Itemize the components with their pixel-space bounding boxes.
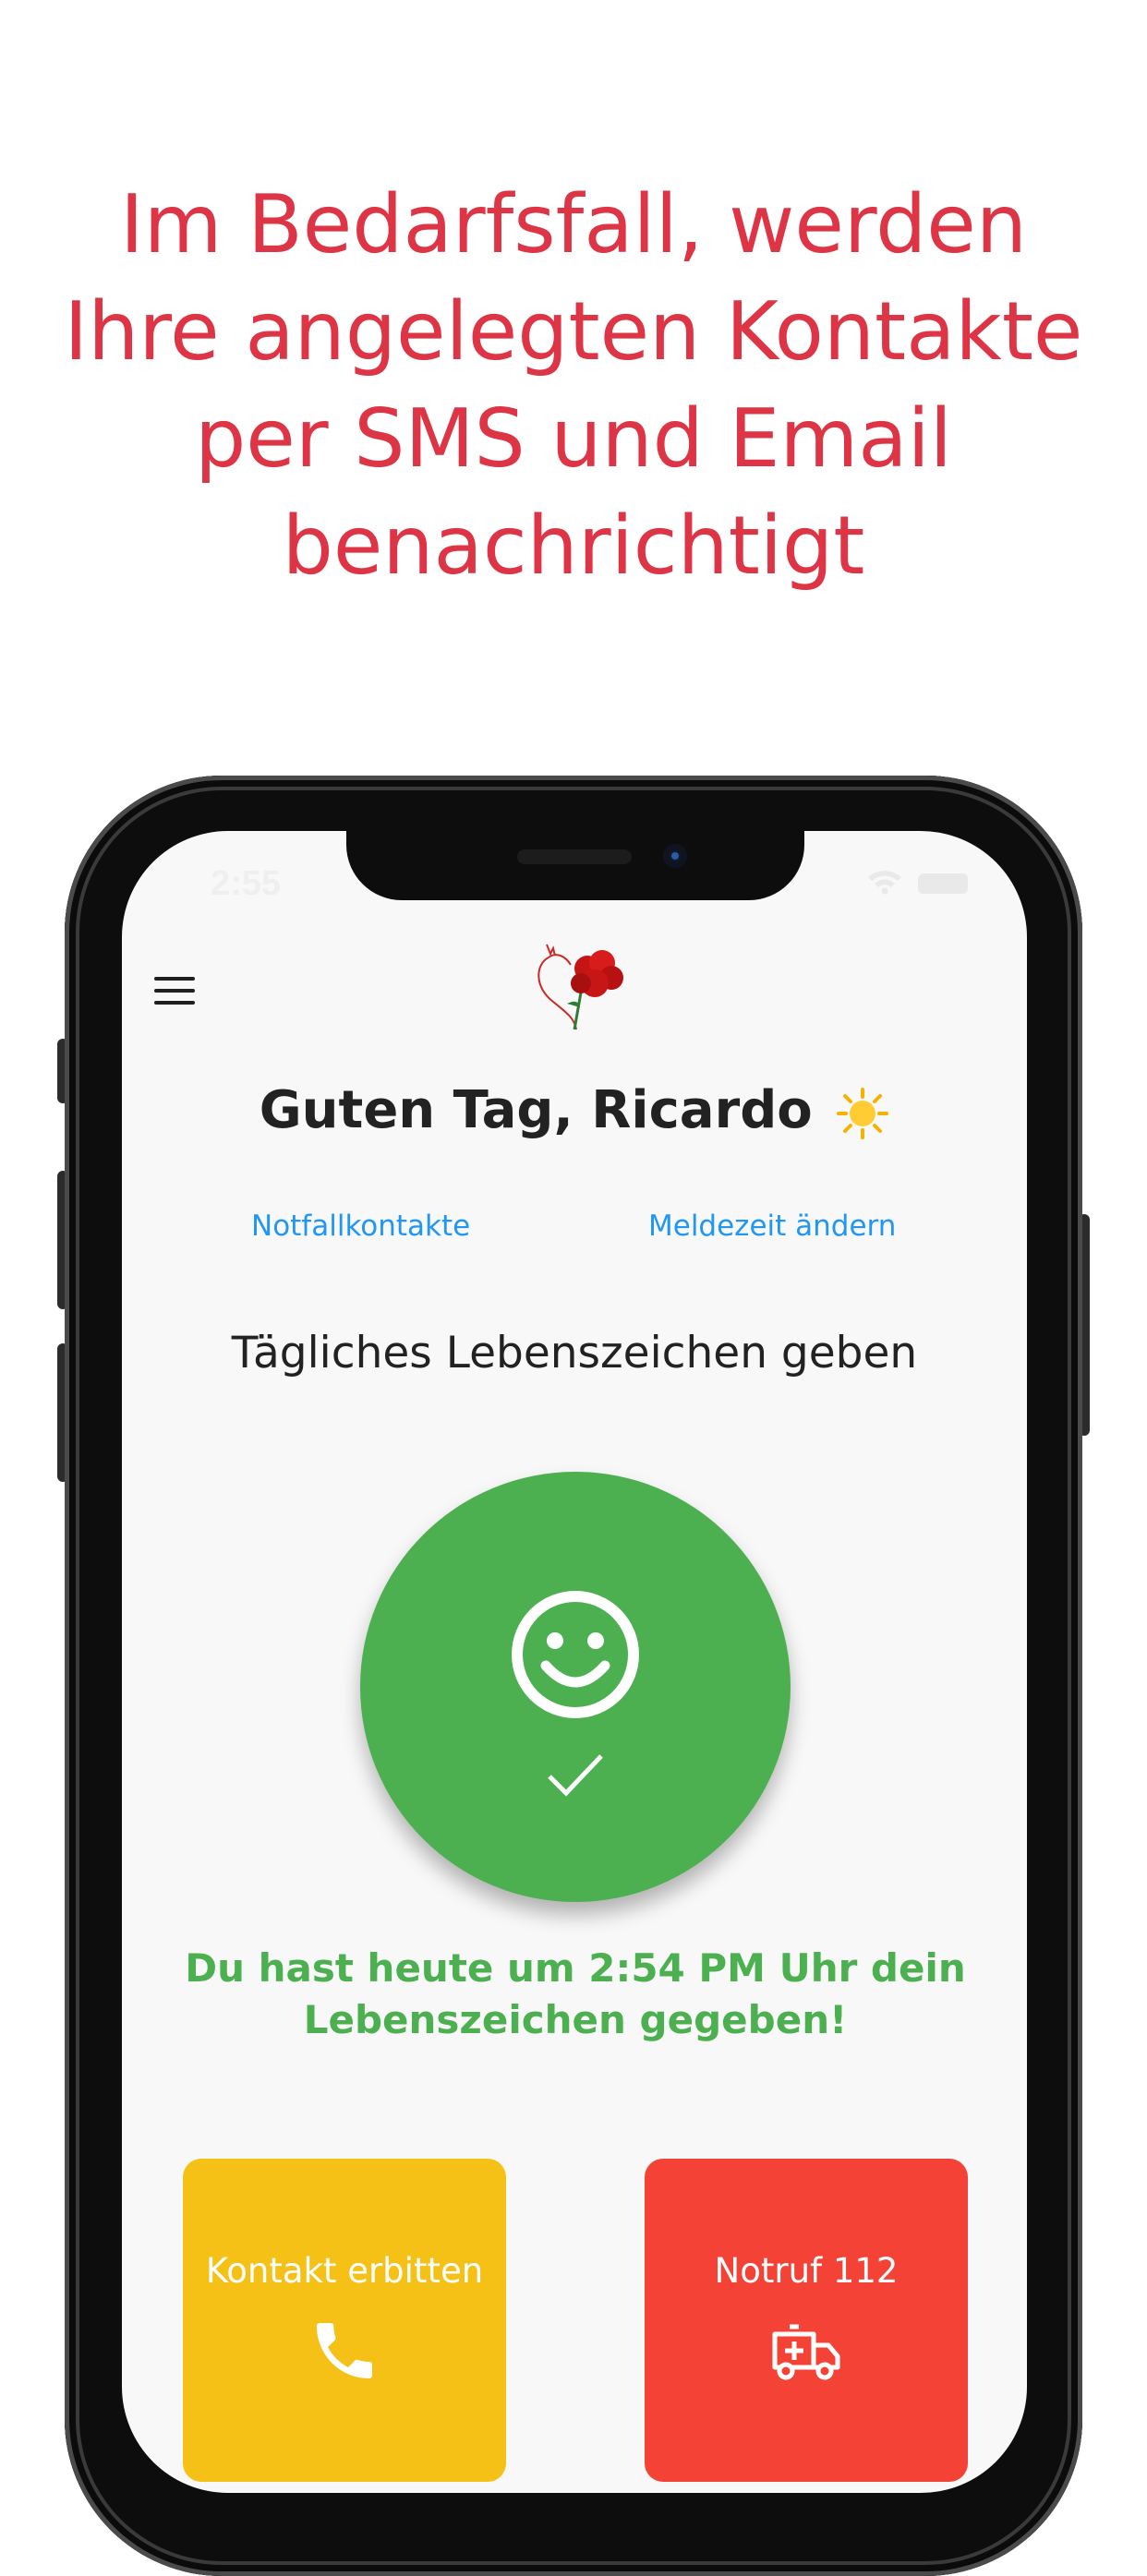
request-contact-label: Kontakt erbitten bbox=[205, 2251, 484, 2291]
phone-icon bbox=[317, 2323, 372, 2378]
speaker-grille bbox=[517, 849, 632, 864]
emergency-contacts-link[interactable]: Notfallkontakte bbox=[251, 1210, 470, 1243]
front-camera bbox=[663, 844, 687, 868]
status-icons bbox=[868, 871, 968, 895]
sun-icon bbox=[837, 1087, 889, 1139]
confirmation-message: Du hast heute um 2:54 PM Uhr dein Lebens… bbox=[185, 1945, 966, 2042]
checkmark-icon bbox=[548, 1754, 603, 1797]
menu-icon[interactable] bbox=[154, 977, 195, 1008]
logo-heart-carnation bbox=[537, 944, 623, 1030]
emergency-call-label: Notruf 112 bbox=[714, 2251, 899, 2291]
wifi-icon bbox=[868, 871, 901, 895]
smiley-icon bbox=[512, 1591, 639, 1718]
status-time: 2:55 bbox=[211, 864, 282, 903]
greeting-heading: Guten Tag, Ricardo bbox=[122, 1080, 1027, 1140]
sign-of-life-button[interactable] bbox=[360, 1472, 791, 1902]
ambulance-icon bbox=[772, 2324, 840, 2380]
request-contact-button[interactable]: Kontakt erbitten bbox=[183, 2159, 506, 2482]
marketing-headline: Im Bedarfsfall, werden Ihre angelegten K… bbox=[64, 177, 1083, 593]
battery-icon bbox=[918, 873, 968, 894]
change-report-time-link[interactable]: Meldezeit ändern bbox=[648, 1210, 896, 1243]
phone-notch bbox=[346, 831, 804, 900]
daily-sign-of-life-label: Tägliches Lebenszeichen geben bbox=[231, 1328, 918, 1378]
greeting-text: Guten Tag, Ricardo bbox=[259, 1080, 813, 1140]
emergency-call-button[interactable]: Notruf 112 bbox=[645, 2159, 968, 2482]
